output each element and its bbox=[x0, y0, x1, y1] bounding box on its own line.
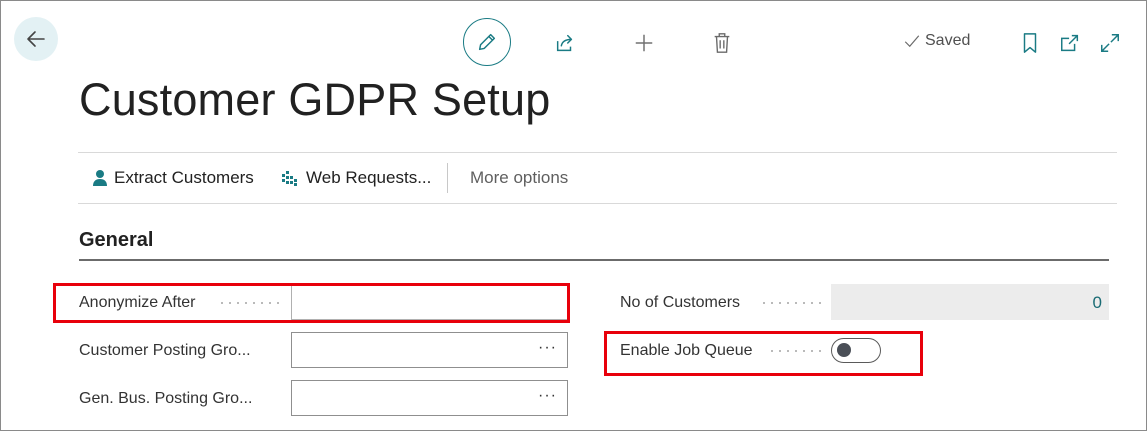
check-icon bbox=[904, 35, 920, 48]
action-bar: Extract Customers Web Requests... More o… bbox=[78, 152, 1117, 204]
web-requests-action[interactable]: Web Requests... bbox=[282, 168, 431, 188]
customer-posting-group-label: Customer Posting Gro... bbox=[79, 342, 251, 359]
expand-diagonal-icon bbox=[1101, 34, 1119, 52]
web-requests-label: Web Requests... bbox=[306, 168, 432, 187]
delete-button[interactable] bbox=[710, 30, 734, 56]
gen-bus-posting-group-label: Gen. Bus. Posting Gro... bbox=[79, 390, 253, 407]
action-separator bbox=[447, 163, 448, 193]
person-icon bbox=[93, 170, 107, 186]
field-leader-dots bbox=[760, 302, 826, 304]
bookmark-button[interactable] bbox=[1019, 31, 1041, 55]
open-in-new-window-icon bbox=[1061, 34, 1079, 52]
saved-label: Saved bbox=[925, 32, 971, 49]
highlight-box-anonymize-after bbox=[53, 283, 570, 323]
share-button[interactable] bbox=[552, 30, 578, 56]
arrow-left-icon bbox=[27, 31, 45, 47]
extract-customers-action[interactable]: Extract Customers bbox=[92, 168, 254, 188]
gen-bus-posting-group-lookup-button[interactable]: ··· bbox=[538, 387, 557, 405]
page-title: Customer GDPR Setup bbox=[79, 74, 551, 125]
expand-button[interactable] bbox=[1098, 31, 1122, 55]
plus-icon bbox=[635, 34, 653, 52]
grid-report-icon bbox=[282, 171, 297, 186]
bookmark-icon bbox=[1023, 33, 1037, 53]
trash-icon bbox=[714, 33, 730, 53]
share-icon bbox=[556, 34, 573, 52]
gen-bus-posting-group-input[interactable]: ··· bbox=[291, 380, 568, 416]
no-of-customers-value-box: 0 bbox=[831, 284, 1109, 320]
more-options-label: More options bbox=[470, 168, 569, 187]
window-frame bbox=[0, 0, 1147, 431]
section-divider bbox=[79, 259, 1109, 261]
more-options-action[interactable]: More options bbox=[470, 168, 568, 188]
open-new-window-button[interactable] bbox=[1058, 31, 1082, 55]
section-title-general: General bbox=[79, 229, 154, 251]
back-button[interactable] bbox=[14, 17, 58, 61]
no-of-customers-value[interactable]: 0 bbox=[1093, 293, 1102, 313]
pencil-icon bbox=[478, 33, 496, 51]
saved-status: Saved bbox=[903, 32, 970, 50]
edit-button[interactable] bbox=[463, 18, 511, 66]
new-button[interactable] bbox=[631, 30, 657, 56]
customer-posting-group-lookup-button[interactable]: ··· bbox=[538, 339, 557, 357]
customer-posting-group-input[interactable]: ··· bbox=[291, 332, 568, 368]
highlight-box-enable-job-queue bbox=[604, 331, 923, 376]
no-of-customers-label: No of Customers bbox=[620, 294, 741, 311]
extract-customers-label: Extract Customers bbox=[114, 168, 254, 187]
